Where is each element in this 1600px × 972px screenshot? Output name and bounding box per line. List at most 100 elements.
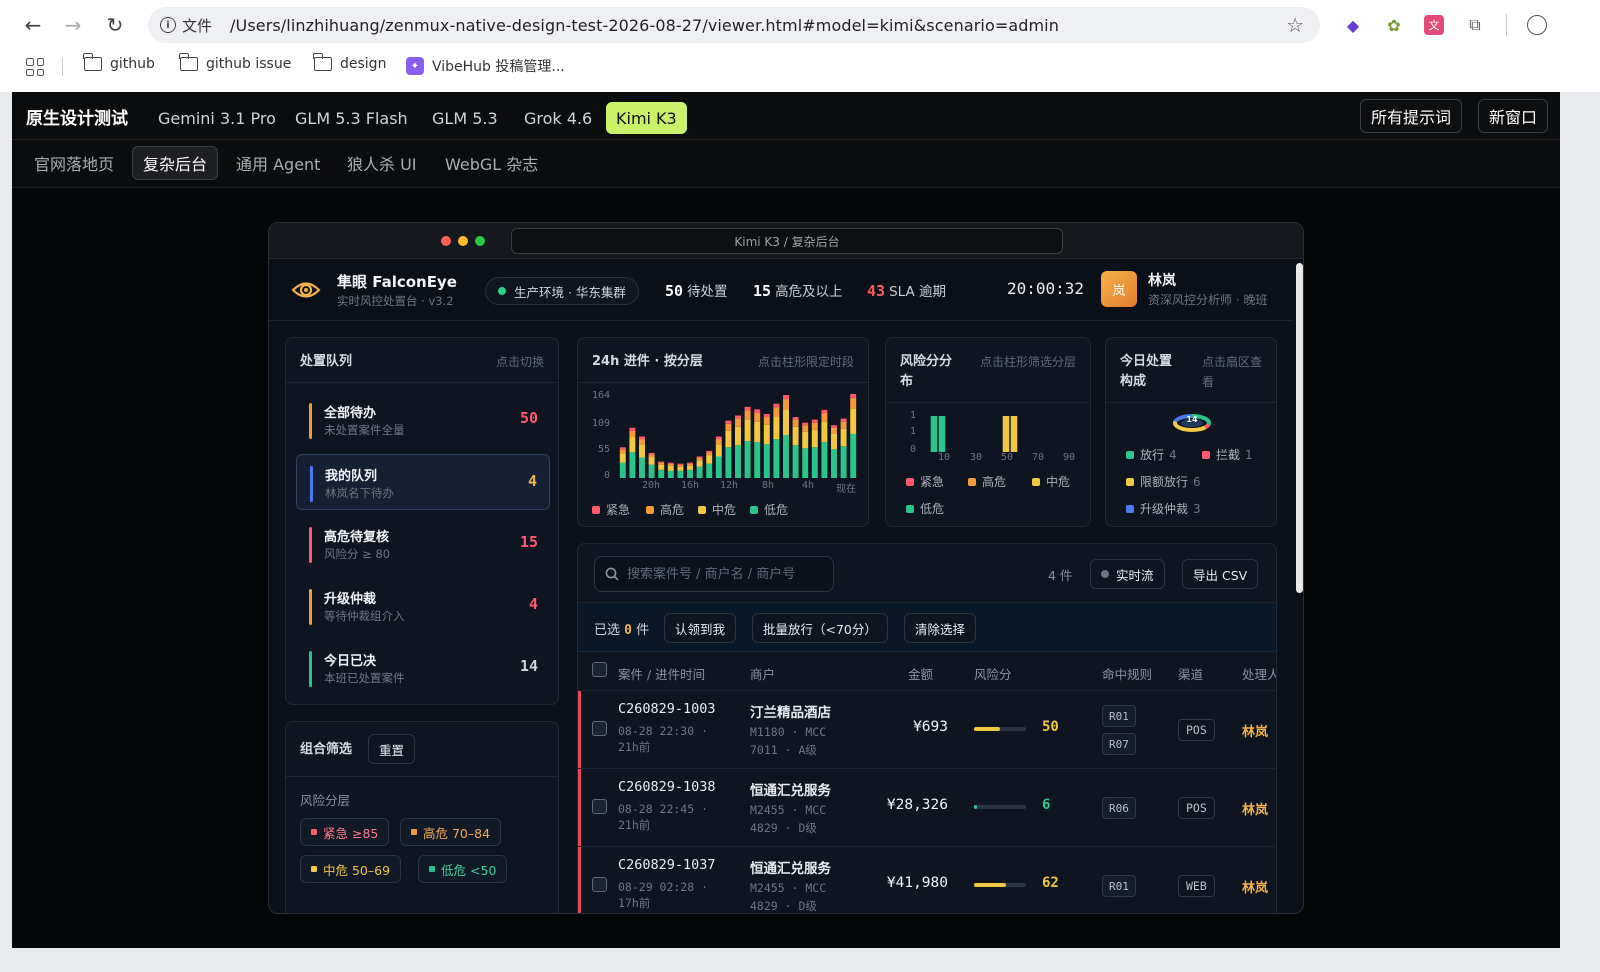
environment-badge[interactable]: 生产环境 · 华东集群 xyxy=(485,277,639,305)
intake-bar-segment[interactable] xyxy=(811,422,818,430)
select-all-checkbox[interactable] xyxy=(592,662,607,677)
intake-bar-segment[interactable] xyxy=(639,457,645,478)
intake-bar-segment[interactable] xyxy=(840,418,847,422)
scenario-tab-webgl[interactable]: WebGL 杂志 xyxy=(435,146,548,180)
bookmark-star-icon[interactable]: ☆ xyxy=(1286,13,1304,37)
legend-escalate[interactable]: 升级仲裁 3 xyxy=(1126,500,1201,517)
intake-bar-segment[interactable] xyxy=(629,452,636,478)
intake-bar-segment[interactable] xyxy=(715,444,722,457)
export-csv-button[interactable]: 导出 CSV xyxy=(1182,559,1259,589)
header-rules[interactable]: 命中规则 xyxy=(1102,664,1152,683)
back-icon[interactable]: ← xyxy=(18,10,48,40)
realtime-toggle[interactable]: 实时流 xyxy=(1090,559,1165,589)
model-tab-grok[interactable]: Grok 4.6 xyxy=(514,102,602,134)
all-prompts-button[interactable]: 所有提示词 xyxy=(1360,99,1463,133)
legend-block[interactable]: 拦截 1 xyxy=(1202,446,1253,463)
intake-bar-segment[interactable] xyxy=(648,464,655,478)
bookmark-github-issue[interactable]: github issue xyxy=(179,53,291,72)
queue-item-escalated[interactable]: 升级仲裁 等待仲裁组介入 4 xyxy=(296,578,550,634)
intake-bar-segment[interactable] xyxy=(677,470,684,478)
reset-button[interactable]: 重置 xyxy=(368,734,416,764)
intake-bar-segment[interactable] xyxy=(850,398,857,409)
intake-bar-segment[interactable] xyxy=(715,436,722,440)
chip-urgent[interactable]: 紧急 ≥85 xyxy=(300,818,390,846)
intake-bar-segment[interactable] xyxy=(619,449,626,454)
header-channel[interactable]: 渠道 xyxy=(1178,664,1203,683)
header-score[interactable]: 风险分 xyxy=(974,664,1012,683)
intake-bar-segment[interactable] xyxy=(773,416,780,440)
intake-bar-segment[interactable] xyxy=(667,462,674,464)
score-bar[interactable] xyxy=(1002,416,1010,452)
scenario-tab-admin[interactable]: 复杂后台 xyxy=(132,146,219,180)
legend-high[interactable]: 高危 xyxy=(646,501,684,518)
donut-slice[interactable] xyxy=(1204,423,1211,430)
extension-puzzle-green-icon[interactable]: ✿ xyxy=(1381,12,1407,38)
legend-mid[interactable]: 中危 xyxy=(698,501,736,518)
close-dot-icon[interactable] xyxy=(441,236,451,246)
intake-bar-segment[interactable] xyxy=(792,417,799,420)
intake-bar-segment[interactable] xyxy=(696,460,703,467)
intake-bar-segment[interactable] xyxy=(840,428,847,447)
bookmark-vibehub[interactable]: ✦ VibeHub 投稿管理... xyxy=(406,56,565,76)
address-bar[interactable]: i 文件 /Users/linzhihuang/zenmux-native-de… xyxy=(148,7,1320,43)
clear-selection-button[interactable]: 清除选择 xyxy=(904,613,977,643)
intake-bar-segment[interactable] xyxy=(802,431,809,449)
score-bar[interactable] xyxy=(938,416,946,452)
scenario-tab-landing[interactable]: 官网落地页 xyxy=(24,146,124,180)
queue-item-all[interactable]: 全部待办 未处置案件全量 50 xyxy=(296,392,550,448)
intake-bar-segment[interactable] xyxy=(725,447,732,478)
intake-bar-segment[interactable] xyxy=(821,442,828,478)
apps-grid-icon[interactable] xyxy=(26,58,44,76)
intake-bar-segment[interactable] xyxy=(754,442,761,478)
row-checkbox[interactable] xyxy=(592,877,607,892)
search-input[interactable] xyxy=(627,566,827,582)
queue-item-resolved[interactable]: 今日已决 本班已处置案件 14 xyxy=(296,640,550,696)
intake-bar-segment[interactable] xyxy=(658,461,665,463)
intake-bar-segment[interactable] xyxy=(715,439,722,445)
intake-bar-segment[interactable] xyxy=(754,412,761,422)
intake-bar-segment[interactable] xyxy=(831,425,837,428)
intake-bar-segment[interactable] xyxy=(840,421,847,429)
intake-bar-segment[interactable] xyxy=(629,430,636,438)
forward-icon[interactable]: → xyxy=(58,10,88,40)
intake-bar-segment[interactable] xyxy=(648,457,655,465)
chip-low[interactable]: 低危 <50 xyxy=(418,855,508,883)
intake-bar-segment[interactable] xyxy=(677,464,684,467)
intake-bar-segment[interactable] xyxy=(792,426,799,446)
header-handler[interactable]: 处理人 xyxy=(1242,664,1276,683)
avatar[interactable]: 岚 xyxy=(1101,271,1137,307)
intake-bar-segment[interactable] xyxy=(763,444,770,478)
intake-bar-segment[interactable] xyxy=(706,455,713,464)
intake-bar-segment[interactable] xyxy=(725,420,732,424)
intake-bar-segment[interactable] xyxy=(619,453,626,463)
intake-bar-segment[interactable] xyxy=(629,427,636,431)
intake-bar-segment[interactable] xyxy=(831,427,837,434)
legend-urgent[interactable]: 紧急 xyxy=(906,473,944,490)
intake-bar-chart[interactable] xyxy=(618,394,858,478)
intake-bar-segment[interactable] xyxy=(744,419,751,442)
intake-bar-segment[interactable] xyxy=(639,439,645,445)
url-text[interactable]: /Users/linzhihuang/zenmux-native-design-… xyxy=(230,16,1059,35)
intake-bar-segment[interactable] xyxy=(744,410,751,420)
new-window-button[interactable]: 新窗口 xyxy=(1478,99,1549,133)
intake-bar-segment[interactable] xyxy=(725,423,732,431)
legend-limited[interactable]: 限额放行 6 xyxy=(1126,473,1201,490)
extension-diamond-icon[interactable]: ◆ xyxy=(1340,12,1366,38)
intake-bar-segment[interactable] xyxy=(639,444,645,458)
intake-bar-segment[interactable] xyxy=(629,437,636,453)
intake-bar-segment[interactable] xyxy=(735,418,741,427)
intake-bar-segment[interactable] xyxy=(802,448,809,478)
extensions-icon[interactable]: ⧉ xyxy=(1462,12,1488,38)
intake-bar-segment[interactable] xyxy=(687,465,693,470)
case-id[interactable]: C260829-1038 xyxy=(618,779,716,795)
bulk-release-button[interactable]: 批量放行（<70分） xyxy=(752,613,888,643)
intake-bar-segment[interactable] xyxy=(792,419,799,427)
chip-mid[interactable]: 中危 50–69 xyxy=(300,855,402,883)
scrollbar[interactable] xyxy=(1296,263,1303,593)
intake-bar-segment[interactable] xyxy=(715,456,722,478)
intake-bar-segment[interactable] xyxy=(667,470,674,478)
score-bar[interactable] xyxy=(930,416,938,452)
reload-icon[interactable]: ↻ xyxy=(100,10,130,40)
rule-tag[interactable]: R07 xyxy=(1102,733,1136,755)
intake-bar-segment[interactable] xyxy=(687,462,693,464)
